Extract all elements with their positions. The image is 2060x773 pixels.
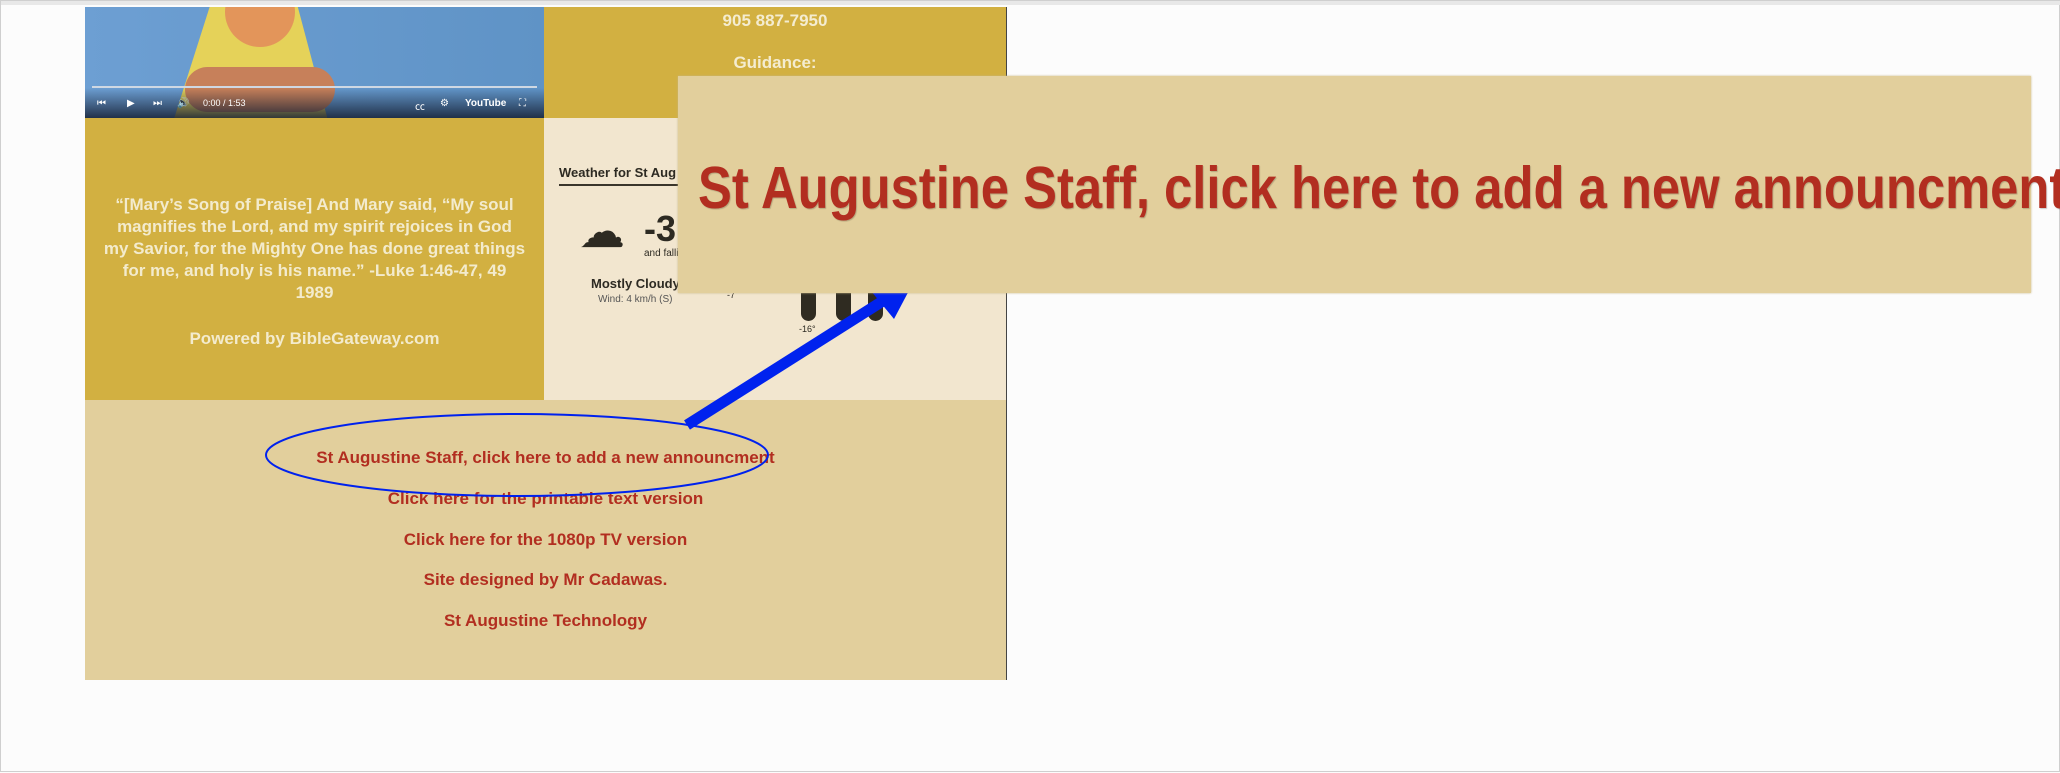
annotation-arrow-shaft — [684, 294, 889, 430]
zoomed-callout: St Augustine Staff, click here to add a … — [678, 76, 2060, 293]
callout-text: St Augustine Staff, click here to add a … — [698, 155, 2060, 221]
